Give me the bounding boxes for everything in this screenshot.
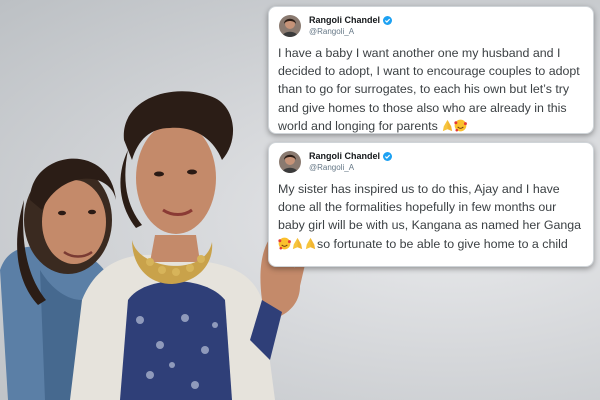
tweet-text-content: I have a baby I want another one my husb… — [278, 46, 580, 133]
author-name[interactable]: Rangoli Chandel — [309, 151, 380, 161]
folded-hands-icon — [305, 237, 316, 249]
avatar — [279, 151, 301, 173]
author-handle[interactable]: @Rangoli_A — [309, 27, 354, 36]
author-handle[interactable]: @Rangoli_A — [309, 163, 354, 172]
author-name[interactable]: Rangoli Chandel — [309, 15, 380, 25]
folded-hands-icon — [443, 119, 453, 131]
tweet-text-after: so fortunate to be able to give home to … — [317, 236, 568, 251]
tweet-card: Rangoli Chandel @Rangoli_A I have a baby… — [268, 6, 594, 134]
verified-badge-icon — [383, 15, 393, 25]
author-row: Rangoli Chandel — [309, 15, 393, 25]
tweet-text-before: My sister has inspired us to do this, Aj… — [278, 182, 582, 233]
smiling-face-with-hearts-icon — [454, 119, 468, 132]
tweet-text: My sister has inspired us to do this, Aj… — [278, 180, 585, 253]
verified-badge-icon — [383, 151, 393, 161]
tweet-card: Rangoli Chandel @Rangoli_A My sister has… — [268, 142, 594, 267]
tweet-text: I have a baby I want another one my husb… — [278, 44, 585, 135]
folded-hands-icon — [292, 237, 303, 249]
avatar — [279, 15, 301, 37]
smiling-face-with-hearts-icon — [278, 237, 291, 250]
author-row: Rangoli Chandel — [309, 151, 393, 161]
